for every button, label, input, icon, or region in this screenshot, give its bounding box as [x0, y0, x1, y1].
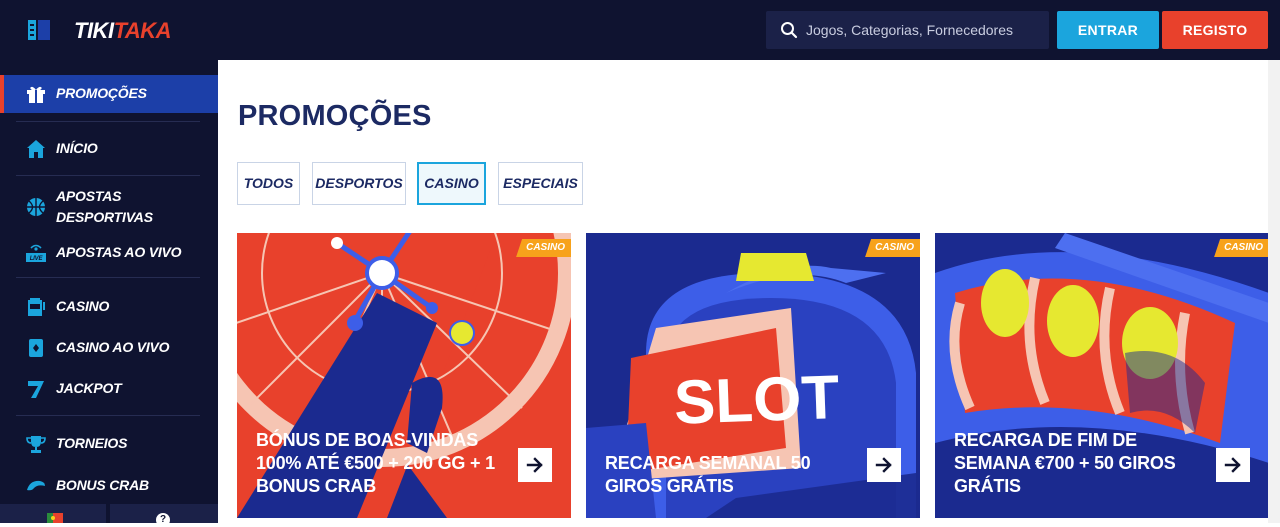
search-box[interactable]: [766, 11, 1049, 49]
sidebar-item-label: INÍCIO: [56, 140, 98, 156]
sidebar-item-promocoes[interactable]: PROMOÇÕES: [0, 75, 218, 113]
card-arrow-button[interactable]: [518, 448, 552, 482]
sidebar-item-torneios[interactable]: TORNEIOS: [0, 431, 218, 457]
svg-text:LIVE: LIVE: [30, 256, 44, 262]
arrow-right-icon: [875, 457, 892, 473]
sidebar-item-casino[interactable]: CASINO: [0, 294, 218, 320]
sidebar-divider: [16, 121, 200, 122]
sidebar-item-apostas-ao-vivo[interactable]: LIVE APOSTAS AO VIVO: [0, 240, 218, 266]
page-scrollbar[interactable]: [1268, 60, 1280, 523]
sidebar-toggle-icon[interactable]: [28, 20, 50, 40]
brand-logo[interactable]: TIKITAKA: [74, 18, 172, 44]
arrow-right-icon: [526, 457, 543, 473]
sidebar-item-label: BONUS CRAB: [56, 477, 149, 493]
sidebar-item-label: APOSTAS DESPORTIVAS: [56, 188, 153, 225]
login-button[interactable]: ENTRAR: [1057, 11, 1159, 49]
search-input[interactable]: [806, 11, 1041, 49]
trophy-icon: [26, 436, 46, 453]
sidebar-divider: [16, 175, 200, 176]
category-badge: CASINO: [1214, 239, 1269, 257]
help-icon: ?: [156, 513, 170, 527]
live-icon: LIVE: [26, 244, 46, 262]
slot-sign-text: SLOT: [673, 363, 841, 438]
promo-title: RECARGA DE FIM DE SEMANA €700 + 50 GIROS…: [954, 430, 1176, 496]
seven-icon: [28, 381, 44, 398]
sidebar-item-casino-ao-vivo[interactable]: CASINO AO VIVO: [0, 335, 218, 361]
slot-machine-icon: [28, 298, 45, 316]
category-badge: CASINO: [865, 239, 920, 257]
brand-part2: TAKA: [113, 18, 172, 43]
sidebar-item-inicio[interactable]: INÍCIO: [0, 134, 218, 162]
promo-title: RECARGA SEMANAL 50 GIROS GRÁTIS: [605, 453, 811, 496]
help-button[interactable]: ?: [110, 504, 218, 527]
arrow-right-icon: [1224, 457, 1241, 473]
sidebar-item-label: APOSTAS AO VIVO: [56, 244, 182, 260]
promo-card[interactable]: CASINO RECARGA DE FIM DE SEMANA €700 + 5…: [935, 233, 1269, 518]
language-selector[interactable]: [0, 504, 106, 523]
live-casino-icon: [29, 339, 43, 357]
help-label: ?: [159, 514, 167, 525]
tab-desportos[interactable]: DESPORTOS: [312, 162, 406, 205]
sidebar-footer: ?: [0, 504, 218, 527]
sidebar-item-label: PROMOÇÕES: [56, 85, 147, 101]
crab-icon: [27, 480, 45, 491]
sidebar-item-jackpot[interactable]: JACKPOT: [0, 376, 218, 402]
tab-casino[interactable]: CASINO: [417, 162, 486, 205]
sidebar-divider: [16, 415, 200, 416]
sidebar-item-bonus-crab[interactable]: BONUS CRAB: [0, 473, 218, 499]
sidebar: PROMOÇÕES INÍCIO APOSTAS DESPORTIVAS LIV…: [0, 60, 218, 527]
sidebar-item-label: CASINO: [56, 298, 110, 314]
promo-card[interactable]: CASINO BÓNUS DE BOAS-VINDAS 100% ATÉ €50…: [237, 233, 571, 518]
main-content: PROMOÇÕES TODOS DESPORTOS CASINO ESPECIA…: [218, 60, 1280, 523]
gift-icon: [27, 86, 45, 103]
sidebar-item-label: JACKPOT: [56, 380, 122, 396]
category-badge: CASINO: [516, 239, 571, 257]
sidebar-item-label: CASINO AO VIVO: [56, 339, 170, 355]
search-icon: [781, 22, 798, 39]
top-bar: TIKITAKA ENTRAR REGISTO: [0, 0, 1280, 60]
portugal-flag-icon: [47, 513, 63, 523]
tab-especiais[interactable]: ESPECIAIS: [498, 162, 583, 205]
card-arrow-button[interactable]: [1216, 448, 1250, 482]
sidebar-item-apostas-desportivas[interactable]: APOSTAS DESPORTIVAS: [0, 184, 218, 228]
tab-todos[interactable]: TODOS: [237, 162, 300, 205]
basketball-icon: [27, 198, 45, 216]
register-button[interactable]: REGISTO: [1162, 11, 1268, 49]
promo-title: BÓNUS DE BOAS-VINDAS 100% ATÉ €500 + 200…: [256, 430, 495, 496]
card-arrow-button[interactable]: [867, 448, 901, 482]
home-icon: [27, 140, 45, 158]
sidebar-item-label: TORNEIOS: [56, 435, 128, 451]
promo-card[interactable]: SLOT CASINO RECARGA SEMANAL 50 GIROS GRÁ…: [586, 233, 920, 518]
brand-part1: TIKI: [74, 18, 114, 43]
sidebar-divider: [16, 277, 200, 278]
page-title: PROMOÇÕES: [238, 100, 432, 132]
